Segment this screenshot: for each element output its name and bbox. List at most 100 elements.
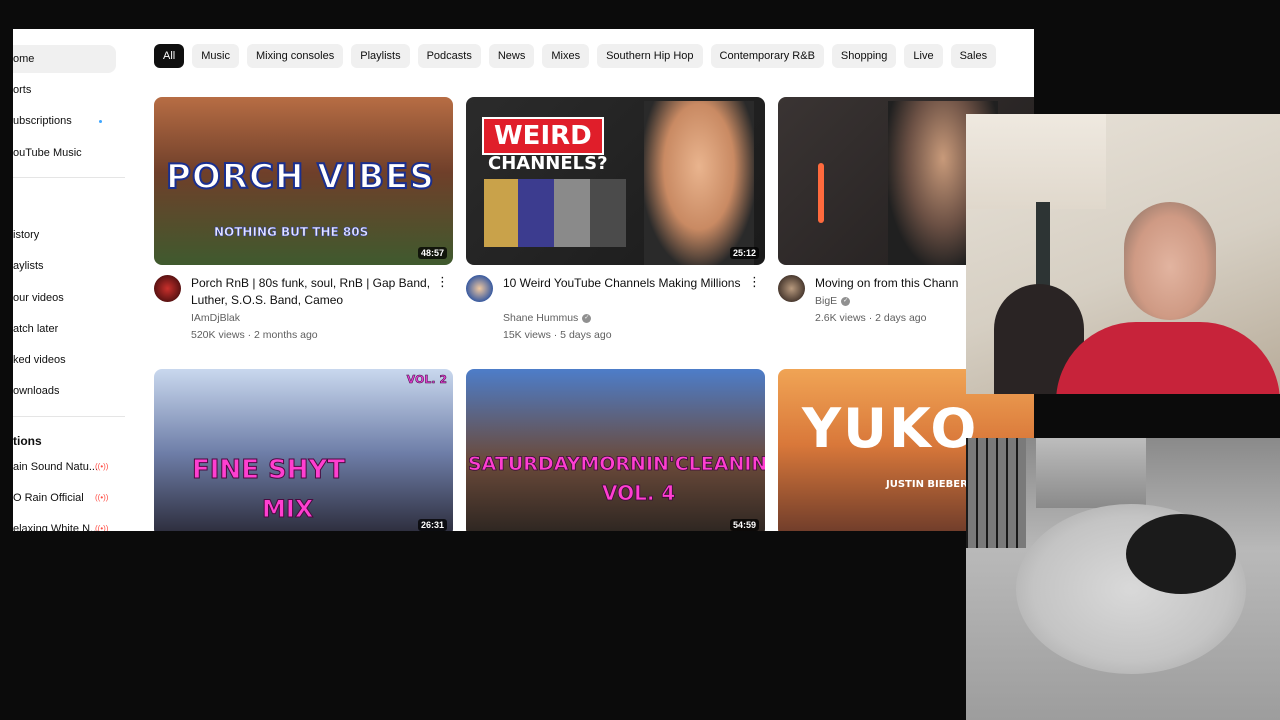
sidebar-divider xyxy=(13,177,125,178)
subscription-label: elaxing White N... xyxy=(13,523,100,531)
channel-name[interactable]: IAmDjBlak xyxy=(191,310,240,327)
thumbnail-title: FINE SHYT xyxy=(191,455,346,486)
sidebar-item-watch-later[interactable]: atch later xyxy=(13,315,58,343)
thumbnail-title: PORCH VIBES xyxy=(165,156,435,198)
sidebar-item-label: orts xyxy=(13,84,32,96)
youtube-window: ome orts ubscriptions ouTube Music istor… xyxy=(13,29,1034,531)
channel-name-text: Shane Hummus xyxy=(503,312,579,324)
video-thumbnail[interactable]: VOL. 2 FINE SHYT MIX 26:31 xyxy=(154,369,453,531)
thumbnail-subtitle: CHANNELS? xyxy=(488,153,608,174)
thumbnail-title: SATURDAYMORNIN'CLEANIN' xyxy=(468,453,765,476)
sidebar-item-label: ouTube Music xyxy=(13,147,82,159)
video-stats: 2.6K views · 2 days ago xyxy=(815,312,927,324)
video-thumbnail[interactable]: WEIRD CHANNELS? 25:12 xyxy=(466,97,765,265)
duration-badge: 26:31 xyxy=(417,519,447,531)
sidebar-item-history[interactable]: istory xyxy=(13,221,39,249)
sidebar-item-label: ked videos xyxy=(13,354,66,366)
sidebar-item-label: atch later xyxy=(13,323,59,335)
webcam-pet-carrier xyxy=(1036,438,1146,508)
sidebar-item-playlists[interactable]: aylists xyxy=(13,252,44,280)
live-icon: ((•)) xyxy=(95,493,109,502)
chip-shopping[interactable]: Shopping xyxy=(831,44,897,68)
thumbnail-person-image xyxy=(644,101,754,265)
subscription-item[interactable]: O Rain Official ((•)) xyxy=(13,484,148,512)
webcam-overlay-person xyxy=(966,114,1280,394)
chip-news[interactable]: News xyxy=(488,44,535,68)
video-card[interactable]: PORCH VIBES NOTHING BUT THE 80S 48:57 Po… xyxy=(154,97,453,347)
verified-icon: ✓ xyxy=(841,296,851,306)
video-title[interactable]: Moving on from this Chann xyxy=(815,275,975,292)
duration-badge: 48:57 xyxy=(417,247,447,259)
chip-podcasts[interactable]: Podcasts xyxy=(417,44,481,68)
chip-contemporary-rnb[interactable]: Contemporary R&B xyxy=(710,44,824,68)
sidebar-item-your-videos[interactable]: our videos xyxy=(13,284,64,312)
thumbnail-title: YUKO xyxy=(802,397,979,460)
chip-southern-hip-hop[interactable]: Southern Hip Hop xyxy=(597,44,703,68)
subscription-item[interactable]: ain Sound Natu... ((•)) xyxy=(13,453,148,481)
webcam-dog xyxy=(1126,514,1236,594)
new-content-dot xyxy=(99,120,102,123)
live-icon: ((•)) xyxy=(95,462,109,471)
verified-icon: ✓ xyxy=(582,313,592,323)
more-options-icon[interactable]: ⋮ xyxy=(436,275,449,289)
video-card[interactable]: VOL. 2 FINE SHYT MIX 26:31 xyxy=(154,369,453,531)
sidebar-item-youtube-music[interactable]: ouTube Music xyxy=(13,139,82,167)
sidebar-item-label: ome xyxy=(13,53,35,65)
webcam-ceiling xyxy=(966,114,1106,209)
chip-live[interactable]: Live xyxy=(904,44,943,68)
sidebar-item-label: aylists xyxy=(13,260,44,272)
channel-name[interactable]: Shane Hummus ✓ xyxy=(503,310,592,327)
sidebar-item-subscriptions[interactable]: ubscriptions xyxy=(13,107,72,135)
webcam-face xyxy=(1124,202,1216,320)
channel-avatar[interactable] xyxy=(778,275,805,302)
subscription-item[interactable]: elaxing White N... ((•)) xyxy=(13,515,148,531)
subscription-label: ain Sound Natu... xyxy=(13,461,99,473)
webcam-overlay-pet xyxy=(966,438,1280,720)
sidebar-item-liked-videos[interactable]: ked videos xyxy=(13,346,66,374)
more-options-icon[interactable]: ⋮ xyxy=(748,275,761,289)
chip-all[interactable]: All xyxy=(154,44,185,68)
live-icon: ((•)) xyxy=(95,524,109,531)
sidebar-item-label: ubscriptions xyxy=(13,115,72,127)
chip-playlists[interactable]: Playlists xyxy=(351,44,410,68)
channel-name[interactable]: BigE ✓ xyxy=(815,293,851,310)
duration-badge: 25:12 xyxy=(729,247,759,259)
channel-avatar[interactable] xyxy=(466,275,493,302)
video-title[interactable]: Porch RnB | 80s funk, soul, RnB | Gap Ba… xyxy=(191,275,437,309)
video-stats: 520K views · 2 months ago xyxy=(191,329,318,341)
sidebar-item-label: istory xyxy=(13,229,40,241)
thumbnail-subtitle: VOL. 4 xyxy=(602,481,676,506)
video-thumbnail[interactable]: PORCH VIBES NOTHING BUT THE 80S 48:57 xyxy=(154,97,453,265)
sidebar-item-shorts[interactable]: orts xyxy=(13,76,31,104)
chip-mixes[interactable]: Mixes xyxy=(542,44,590,68)
sidebar-item-label: ownloads xyxy=(13,385,60,397)
sidebar-item-label: our videos xyxy=(13,292,64,304)
thumbnail-grid-image xyxy=(484,179,626,247)
sidebar: ome orts ubscriptions ouTube Music istor… xyxy=(13,29,148,531)
video-thumbnail[interactable]: SATURDAYMORNIN'CLEANIN' VOL. 4 54:59 xyxy=(466,369,765,531)
chip-sales[interactable]: Sales xyxy=(950,44,997,68)
thumbnail-title: WEIRD xyxy=(482,117,604,155)
channel-name-text: BigE xyxy=(815,295,838,307)
thumbnail-tag: VOL. 2 xyxy=(406,373,447,387)
chip-music[interactable]: Music xyxy=(192,44,239,68)
sidebar-item-downloads[interactable]: ownloads xyxy=(13,377,59,405)
thumbnail-subtitle: JUSTIN BIEBER xyxy=(886,479,968,490)
duration-badge: 54:59 xyxy=(729,519,759,531)
thumbnail-subtitle: NOTHING BUT THE 80S xyxy=(214,225,369,240)
webcam-crate xyxy=(966,438,1026,548)
subscription-label: O Rain Official xyxy=(13,492,84,504)
video-stats: 15K views · 5 days ago xyxy=(503,329,612,341)
video-card[interactable]: SATURDAYMORNIN'CLEANIN' VOL. 4 54:59 xyxy=(466,369,765,531)
filter-chips: All Music Mixing consoles Playlists Podcasts… xyxy=(154,44,1004,68)
video-card[interactable]: WEIRD CHANNELS? 25:12 10 Weird YouTube C… xyxy=(466,97,765,347)
thumbnail-light xyxy=(818,163,824,223)
chip-mixing-consoles[interactable]: Mixing consoles xyxy=(246,44,344,68)
channel-avatar[interactable] xyxy=(154,275,181,302)
thumbnail-subtitle: MIX xyxy=(261,495,314,524)
sidebar-item-home[interactable]: ome xyxy=(13,45,116,73)
webcam-shirt xyxy=(1056,322,1280,394)
sidebar-divider xyxy=(13,416,125,417)
subscriptions-heading: tions xyxy=(13,434,42,448)
video-title[interactable]: 10 Weird YouTube Channels Making Million… xyxy=(503,275,749,292)
